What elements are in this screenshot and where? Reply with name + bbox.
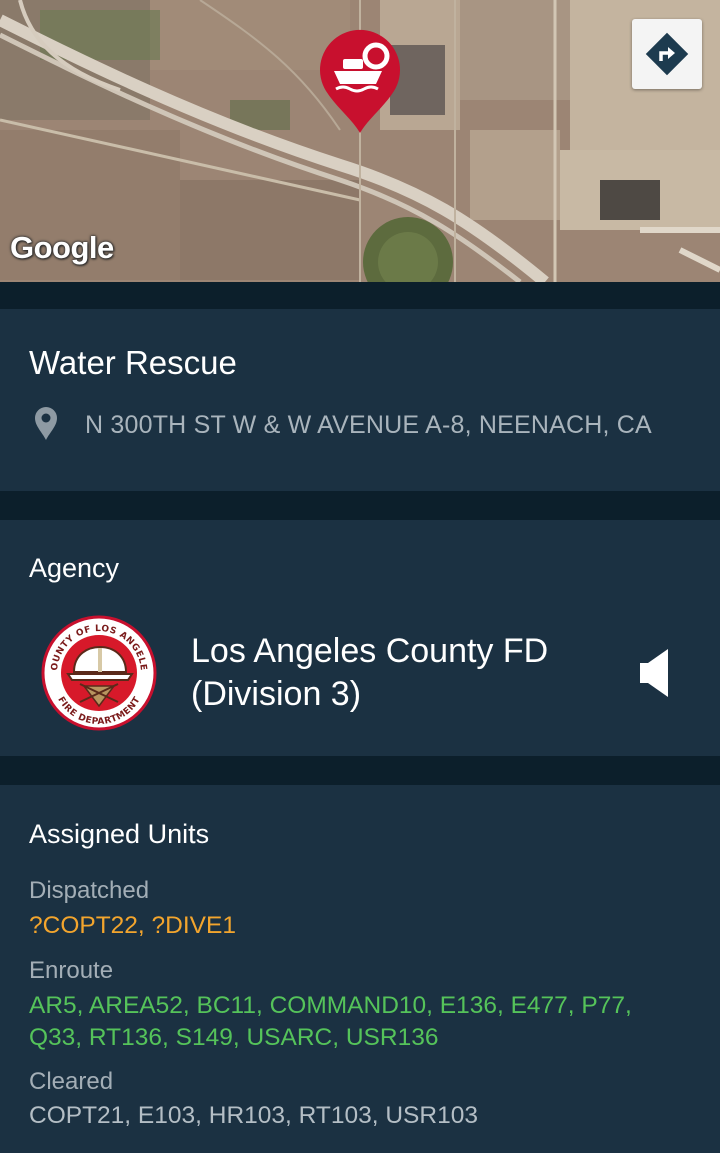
divider: [0, 491, 720, 520]
agency-name-line1: Los Angeles County FD: [191, 632, 549, 670]
cleared-label: Cleared: [29, 1068, 114, 1095]
enroute-units: AR5, AREA52, BC11, COMMAND10, E136, E477…: [29, 992, 632, 1051]
incident-card: [0, 309, 720, 491]
cleared-units: COPT21, E103, HR103, RT103, USR103: [29, 1102, 478, 1129]
incident-title: Water Rescue: [29, 344, 237, 381]
speaker-icon[interactable]: [638, 648, 672, 698]
divider: [0, 282, 720, 309]
agency-name-line2: (Division 3): [191, 675, 362, 713]
directions-icon: [645, 32, 689, 76]
incident-address: N 300TH ST W & W AVENUE A-8, NEENACH, CA: [85, 411, 652, 439]
directions-button[interactable]: [632, 19, 702, 89]
enroute-label: Enroute: [29, 957, 114, 984]
location-pin-icon: [35, 407, 57, 440]
map-view[interactable]: Google: [0, 0, 720, 282]
assigned-units-label: Assigned Units: [29, 819, 210, 849]
divider: [0, 756, 720, 785]
dispatched-label: Dispatched: [29, 877, 150, 904]
boat-lifebuoy-icon[interactable]: [316, 29, 404, 135]
dispatched-units: ?COPT22, ?DIVE1: [29, 912, 236, 939]
agency-label: Agency: [29, 553, 120, 583]
agency-logo: COUNTY OF LOS ANGELES FIRE DEPARTMENT: [40, 614, 157, 731]
agency-name: Los Angeles County FD (Division 3): [191, 630, 611, 716]
google-attribution: Google: [10, 230, 114, 265]
